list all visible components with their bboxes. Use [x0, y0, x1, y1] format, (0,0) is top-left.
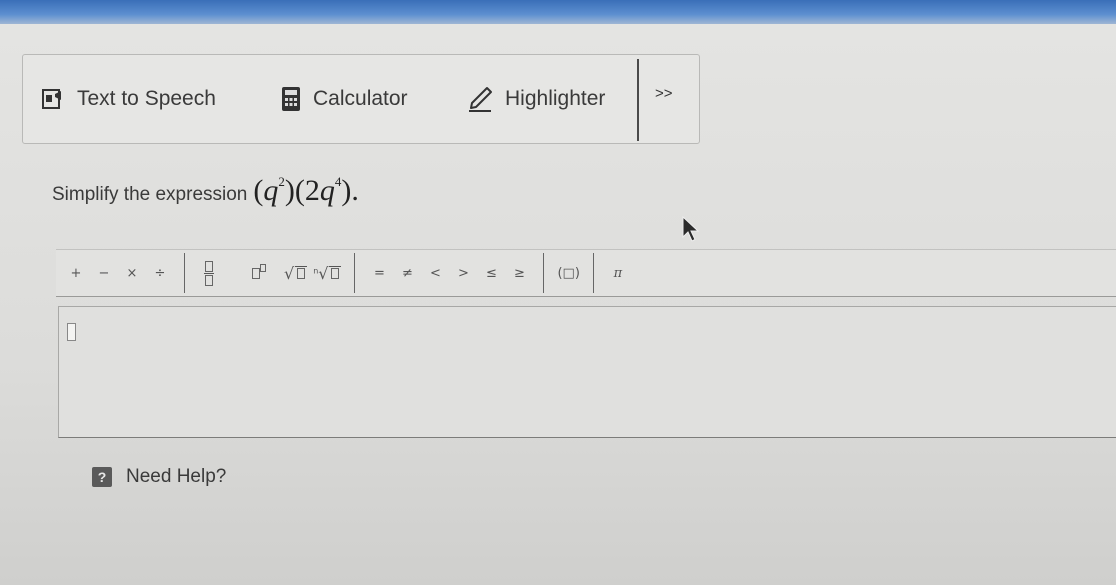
editor-divider — [184, 253, 185, 293]
speaker-page-icon — [41, 87, 65, 111]
question-prompt: Simplify the expression — [52, 184, 248, 205]
equation-editor-toolbar: + − × ÷ √ n√ = ≠ < > ≤ ≥ (□) π — [56, 249, 1116, 297]
exponent-button[interactable] — [245, 258, 273, 288]
expr-coefficient-2: 2 — [304, 174, 320, 207]
calculator-label: Calculator — [313, 87, 408, 110]
greater-than-button[interactable]: > — [449, 258, 477, 288]
question-mark-icon: ? — [92, 467, 112, 487]
expr-base-2: q — [319, 174, 335, 207]
toolbar-divider — [637, 59, 639, 141]
browser-top-bar — [0, 0, 1116, 24]
equals-button[interactable]: = — [365, 258, 393, 288]
fraction-button[interactable] — [195, 258, 223, 288]
editor-divider — [592, 253, 594, 293]
highlighter-button[interactable]: Highlighter — [467, 55, 605, 143]
not-equal-button[interactable]: ≠ — [393, 258, 421, 288]
highlighter-pen-icon — [467, 86, 493, 112]
text-to-speech-label: Text to Speech — [77, 87, 216, 110]
times-button[interactable]: × — [118, 258, 146, 288]
need-help-button[interactable]: ? Need Help? — [92, 466, 226, 488]
answer-placeholder-box — [67, 323, 76, 341]
more-tools-button[interactable]: >> — [655, 85, 673, 102]
editor-divider — [543, 253, 545, 293]
math-expression: (q2)(2q4). — [253, 174, 359, 207]
less-than-button[interactable]: < — [421, 258, 449, 288]
tools-toolbar: Text to Speech Calculator Highlighter >> — [22, 54, 700, 144]
exponent-icon — [252, 263, 266, 279]
calculator-button[interactable]: Calculator — [281, 55, 408, 143]
question-text: Simplify the expression (q2)(2q4). — [52, 174, 359, 208]
mouse-pointer-icon — [682, 215, 700, 247]
highlighter-label: Highlighter — [505, 87, 606, 110]
plus-button[interactable]: + — [62, 258, 90, 288]
nth-root-button[interactable]: n√ — [310, 258, 344, 288]
square-root-icon: √ — [284, 264, 308, 283]
less-equal-button[interactable]: ≤ — [477, 258, 505, 288]
parentheses-button[interactable]: (□) — [554, 258, 582, 288]
answer-input[interactable] — [58, 306, 1116, 438]
divide-button[interactable]: ÷ — [146, 258, 174, 288]
square-root-button[interactable]: √ — [281, 258, 310, 288]
need-help-label: Need Help? — [126, 466, 227, 487]
question-page: Text to Speech Calculator Highlighter >>… — [0, 24, 1116, 585]
text-to-speech-button[interactable]: Text to Speech — [41, 55, 216, 143]
expr-period: . — [351, 174, 359, 207]
fraction-icon — [204, 260, 214, 286]
expr-base-1: q — [263, 174, 279, 207]
greater-equal-button[interactable]: ≥ — [505, 258, 533, 288]
editor-divider — [354, 253, 356, 293]
minus-button[interactable]: − — [90, 258, 118, 288]
nth-root-icon: n√ — [313, 264, 342, 283]
calculator-icon — [281, 86, 301, 112]
pi-button[interactable]: π — [604, 258, 632, 288]
